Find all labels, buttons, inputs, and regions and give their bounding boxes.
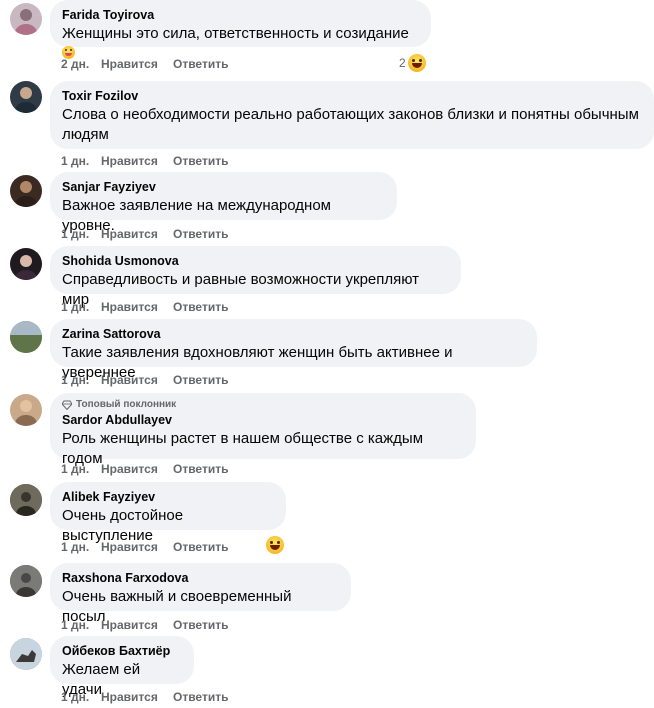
comment-actions: 1 дн. Нравится Ответить <box>61 462 228 476</box>
avatar[interactable] <box>10 321 42 353</box>
comment-actions: 1 дн. Нравится Ответить <box>61 227 228 241</box>
comment-time[interactable]: 2 дн. <box>61 57 101 71</box>
like-button[interactable]: Нравится <box>101 690 173 704</box>
comment-bubble: Toxir Fozilov Слова о необходимости реал… <box>50 81 654 149</box>
diamond-icon <box>62 400 72 410</box>
comment-bubble: Farida Toyirova Женщины это сила, ответс… <box>50 0 431 59</box>
comment-author[interactable]: Raxshona Farxodova <box>62 570 339 586</box>
reply-button[interactable]: Ответить <box>173 618 228 632</box>
avatar[interactable] <box>10 565 42 597</box>
avatar[interactable] <box>10 3 42 35</box>
avatar[interactable] <box>10 394 42 426</box>
top-fan-badge[interactable]: Топовый поклонник <box>62 399 464 410</box>
comment-time[interactable]: 1 дн. <box>61 373 101 387</box>
comment-bubble: Sanjar Fayziyev Важное заявление на межд… <box>50 172 397 234</box>
comment-actions: 1 дн. Нравится Ответить <box>61 540 228 554</box>
avatar[interactable] <box>10 484 42 516</box>
like-button[interactable]: Нравится <box>101 227 173 241</box>
reaction-summary[interactable] <box>266 536 284 554</box>
avatar[interactable] <box>10 638 42 670</box>
comment-actions: 1 дн. Нравится Ответить <box>61 154 228 168</box>
reply-button[interactable]: Ответить <box>173 300 228 314</box>
avatar[interactable] <box>10 81 42 113</box>
like-button[interactable]: Нравится <box>101 300 173 314</box>
badge-label: Топовый поклонник <box>76 399 177 410</box>
like-button[interactable]: Нравится <box>101 540 173 554</box>
laughing-emoji-icon <box>407 54 426 72</box>
comment-time[interactable]: 1 дн. <box>61 462 101 476</box>
reply-button[interactable]: Ответить <box>173 540 228 554</box>
comment-bubble: Shohida Usmonova Справедливость и равные… <box>50 246 461 308</box>
comment-actions: 2 дн. Нравится Ответить <box>61 57 228 71</box>
comment-time[interactable]: 1 дн. <box>61 618 101 632</box>
comment-author[interactable]: Sanjar Fayziyev <box>62 179 385 195</box>
comment-bubble: Топовый поклонник Sardor Abdullayev Роль… <box>50 393 476 467</box>
reply-button[interactable]: Ответить <box>173 57 228 71</box>
comment-actions: 1 дн. Нравится Ответить <box>61 690 228 704</box>
reaction-count: 2 <box>399 56 406 70</box>
like-button[interactable]: Нравится <box>101 373 173 387</box>
comment-actions: 1 дн. Нравится Ответить <box>61 618 228 632</box>
comment-bubble: Alibek Fayziyev Очень достойное выступле… <box>50 482 286 544</box>
comment-time[interactable]: 1 дн. <box>61 300 101 314</box>
comment-author[interactable]: Toxir Fozilov <box>62 88 642 104</box>
like-button[interactable]: Нравится <box>101 57 173 71</box>
reply-button[interactable]: Ответить <box>173 690 228 704</box>
reply-button[interactable]: Ответить <box>173 373 228 387</box>
comment-bubble: Zarina Sattorova Такие заявления вдохнов… <box>50 319 537 381</box>
avatar[interactable] <box>10 248 42 280</box>
avatar[interactable] <box>10 175 42 207</box>
reply-button[interactable]: Ответить <box>173 462 228 476</box>
like-button[interactable]: Нравится <box>101 462 173 476</box>
comment-author[interactable]: Alibek Fayziyev <box>62 489 274 505</box>
comment-author[interactable]: Sardor Abdullayev <box>62 412 464 428</box>
reply-button[interactable]: Ответить <box>173 154 228 168</box>
comment-author[interactable]: Farida Toyirova <box>62 7 419 23</box>
comment-time[interactable]: 1 дн. <box>61 227 101 241</box>
comment-time[interactable]: 1 дн. <box>61 540 101 554</box>
like-button[interactable]: Нравится <box>101 154 173 168</box>
reaction-summary[interactable]: 2 <box>399 54 426 72</box>
comment-actions: 1 дн. Нравится Ответить <box>61 300 228 314</box>
comment-text: Слова о необходимости реально работающих… <box>62 106 639 143</box>
comment-author[interactable]: Shohida Usmonova <box>62 253 449 269</box>
comment-actions: 1 дн. Нравится Ответить <box>61 373 228 387</box>
reply-button[interactable]: Ответить <box>173 227 228 241</box>
comment-bubble: Raxshona Farxodova Очень важный и своевр… <box>50 563 351 625</box>
comment-time[interactable]: 1 дн. <box>61 690 101 704</box>
comment-bubble: Ойбеков Бахтиёр Желаем ей удачи <box>50 636 194 698</box>
comment-time[interactable]: 1 дн. <box>61 154 101 168</box>
like-button[interactable]: Нравится <box>101 618 173 632</box>
comment-author[interactable]: Ойбеков Бахтиёр <box>62 643 182 659</box>
comment-author[interactable]: Zarina Sattorova <box>62 326 525 342</box>
laughing-emoji-icon <box>266 536 284 554</box>
